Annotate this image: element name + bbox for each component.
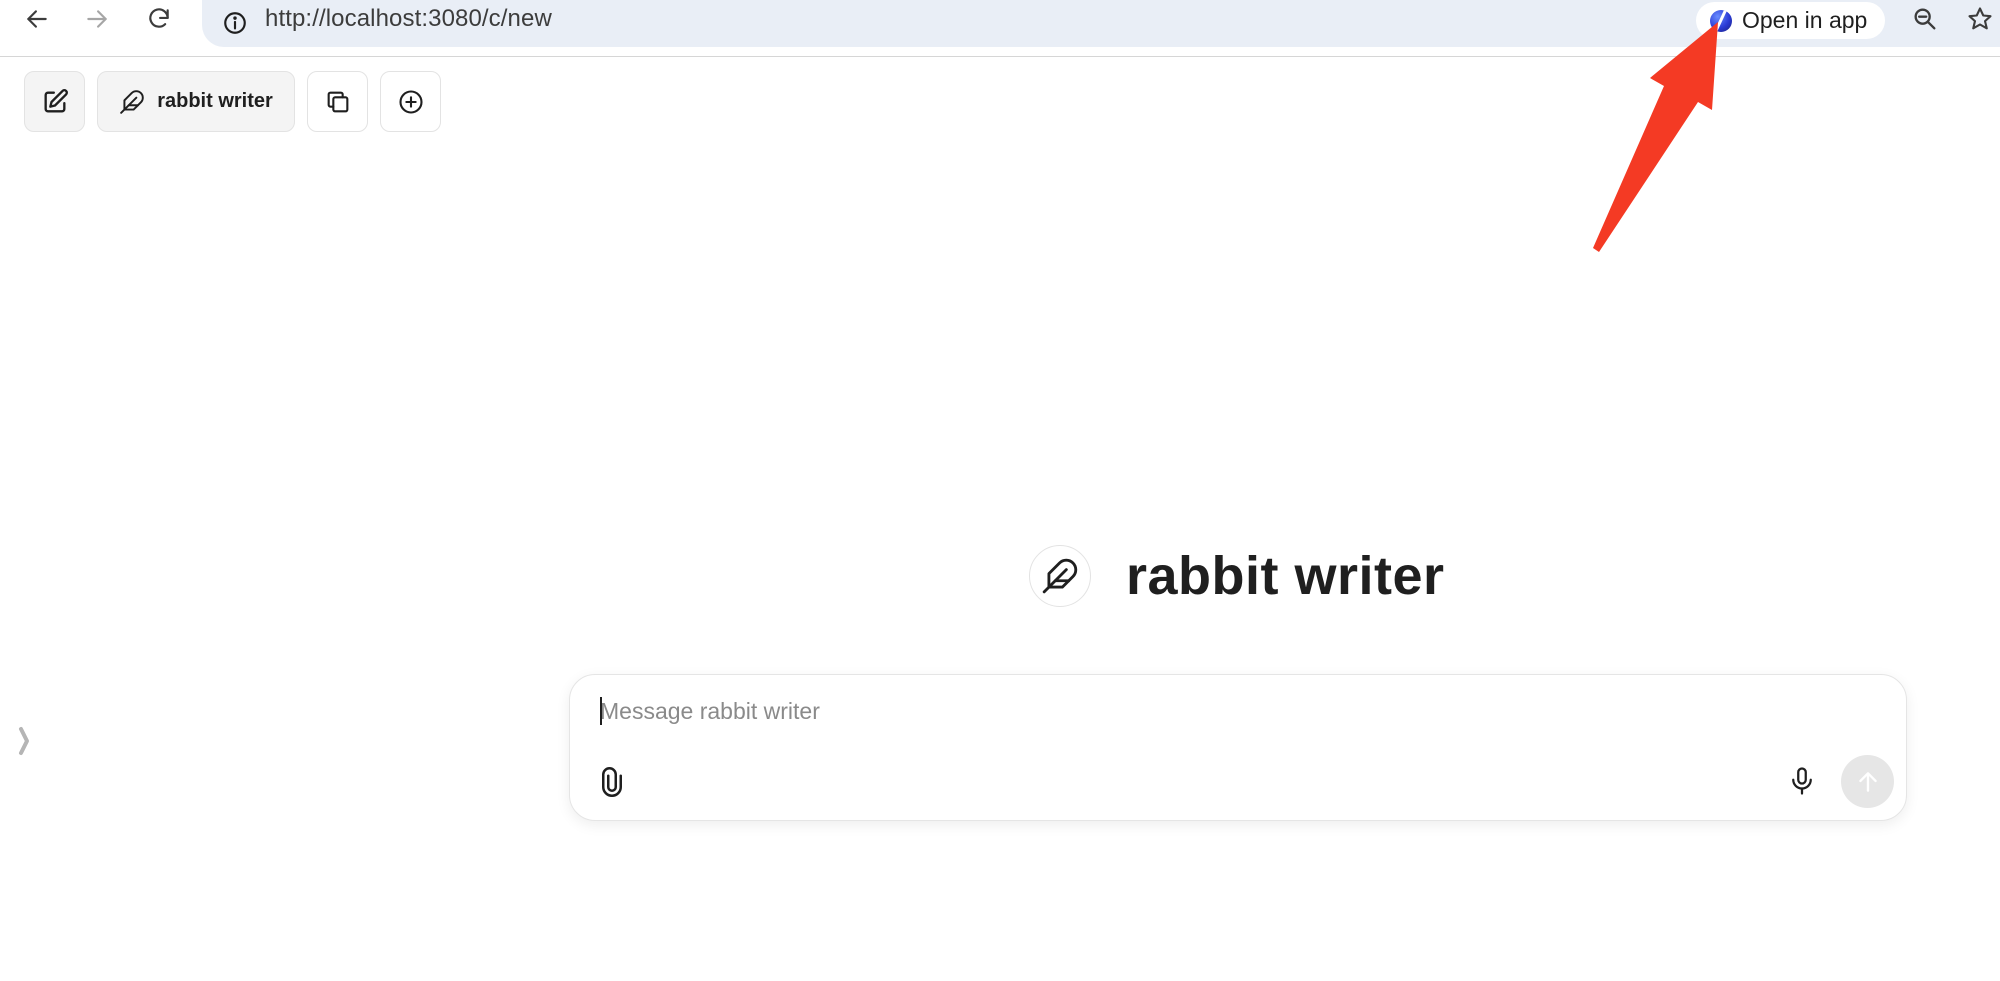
info-circle-icon <box>224 12 246 34</box>
voice-input-button[interactable] <box>1782 761 1822 801</box>
feather-icon <box>1042 558 1078 594</box>
zoom-button[interactable] <box>1903 0 1947 38</box>
agent-selector-button[interactable]: rabbit writer <box>97 71 295 132</box>
plus-circle-icon <box>398 89 423 114</box>
copy-button[interactable] <box>307 71 368 132</box>
annotation-arrow <box>1593 22 1718 252</box>
add-button[interactable] <box>380 71 441 132</box>
zoom-out-magnifier-icon <box>1914 8 1936 30</box>
open-in-app-label: Open in app <box>1742 7 1868 33</box>
back-button[interactable] <box>14 0 60 38</box>
agent-avatar <box>1029 545 1091 607</box>
arrow-left-icon <box>27 10 47 28</box>
url-text[interactable]: http://localhost:3080/c/new <box>265 6 552 32</box>
new-chat-button[interactable] <box>24 71 85 132</box>
chevron-right-icon <box>19 727 29 755</box>
agent-name-label: rabbit writer <box>157 90 273 112</box>
sidebar-toggle[interactable] <box>14 726 34 756</box>
attach-file-button[interactable] <box>592 762 632 802</box>
arrow-up-icon <box>1858 771 1877 792</box>
feather-icon <box>120 89 144 114</box>
site-info-button[interactable] <box>216 4 254 42</box>
star-icon <box>1968 7 1992 30</box>
text-caret <box>600 697 602 725</box>
copy-icon <box>327 91 348 112</box>
forward-button[interactable] <box>74 0 120 38</box>
reload-icon <box>149 8 169 28</box>
message-input[interactable] <box>600 695 1860 727</box>
bookmark-button[interactable] <box>1960 0 2000 38</box>
microphone-icon <box>1792 767 1812 795</box>
arrow-right-icon <box>87 10 107 28</box>
open-in-app-button[interactable]: Open in app <box>1696 2 1886 39</box>
send-button[interactable] <box>1841 755 1894 808</box>
app-logo-icon <box>1710 9 1732 32</box>
address-bar[interactable]: http://localhost:3080/c/new Open in app <box>202 0 2000 47</box>
agent-title: rabbit writer <box>1126 546 1445 606</box>
browser-toolbar: http://localhost:3080/c/new Open in app <box>0 0 2000 57</box>
paperclip-icon <box>602 767 622 797</box>
reload-button[interactable] <box>136 0 182 38</box>
edit-pencil-icon <box>44 88 68 113</box>
message-composer <box>569 674 1907 821</box>
